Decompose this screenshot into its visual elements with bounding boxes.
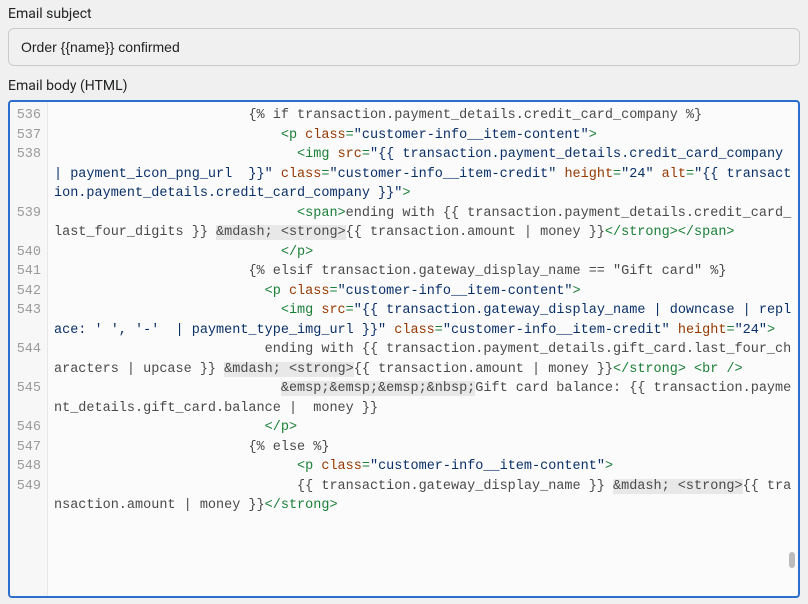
- email-body-label: Email body (HTML): [8, 78, 800, 94]
- editor-code[interactable]: {% if transaction.payment_details.credit…: [48, 102, 798, 596]
- editor-scrollbar[interactable]: [789, 552, 795, 568]
- email-subject-input[interactable]: [8, 28, 800, 66]
- editor-gutter: 5365375385395405415425435445455465475485…: [10, 102, 48, 596]
- email-body-editor[interactable]: 5365375385395405415425435445455465475485…: [8, 100, 800, 598]
- email-subject-label: Email subject: [8, 6, 800, 22]
